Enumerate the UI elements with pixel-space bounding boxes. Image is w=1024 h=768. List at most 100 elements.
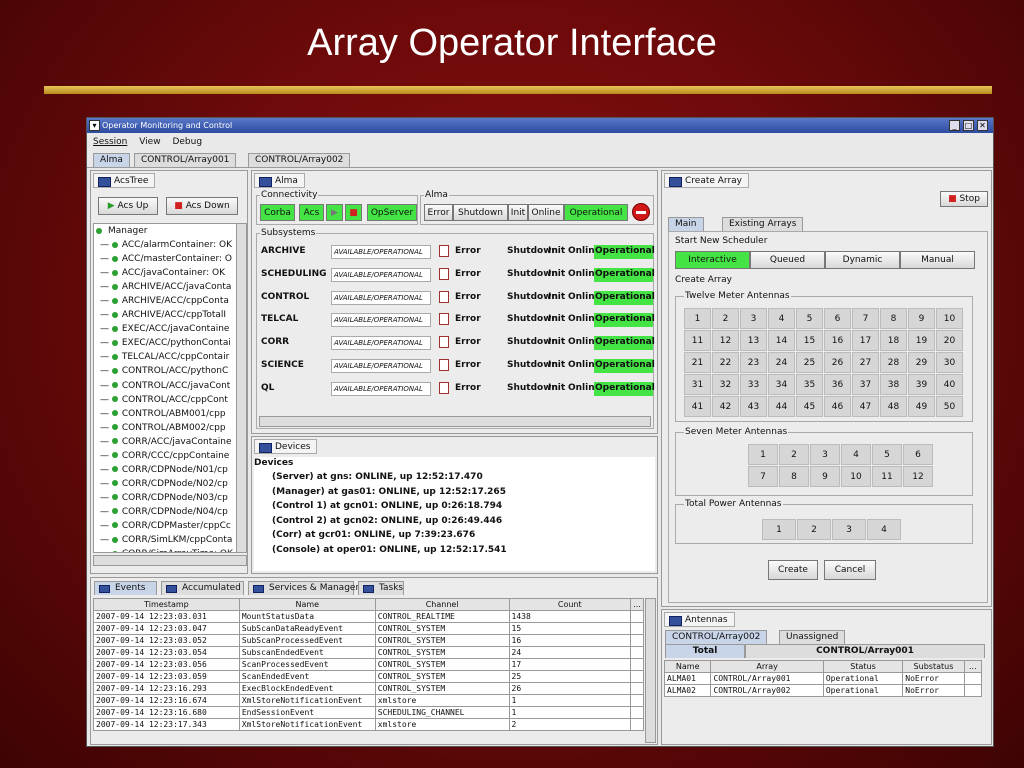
antenna-toggle[interactable]: 12 <box>903 466 933 487</box>
antenna-toggle[interactable]: 39 <box>908 374 935 395</box>
tab-unassigned[interactable]: Unassigned <box>779 630 846 644</box>
subsystem-state-online[interactable]: Online <box>567 268 601 282</box>
menu-debug[interactable]: Debug <box>172 137 202 147</box>
device-item[interactable]: (Control 2) at gcn02: ONLINE, up 0:26:49… <box>272 516 502 526</box>
menu-view[interactable]: View <box>139 137 160 147</box>
events-column-header[interactable]: ... <box>629 598 645 611</box>
antenna-toggle[interactable]: 13 <box>740 330 767 351</box>
subsystem-state-error[interactable]: Error <box>454 336 504 350</box>
subtab-array001[interactable]: CONTROL/Array001 <box>745 644 985 658</box>
subsystem-state-online[interactable]: Online <box>567 313 601 327</box>
antenna-toggle[interactable]: 45 <box>796 396 823 417</box>
state-shutdown[interactable]: Shutdown <box>453 204 508 221</box>
tree-item[interactable]: — ACC/javaContainer: OK <box>94 266 246 280</box>
scheduler-mode-interactive[interactable]: Interactive <box>675 251 750 269</box>
antenna-toggle[interactable]: 6 <box>903 444 933 465</box>
antenna-toggle[interactable]: 26 <box>824 352 851 373</box>
antenna-toggle[interactable]: 19 <box>908 330 935 351</box>
tree-item[interactable]: — CORR/CDPNode/N04/cp <box>94 505 246 519</box>
subsystem-checkbox[interactable] <box>439 381 449 394</box>
antenna-toggle[interactable]: 41 <box>684 396 711 417</box>
table-row[interactable]: 2007-09-14 12:23:03.052 SubScanProcessedE… <box>93 634 645 647</box>
antenna-toggle[interactable]: 9 <box>908 308 935 329</box>
antenna-toggle[interactable]: 27 <box>852 352 879 373</box>
tree-vscrollbar[interactable] <box>236 223 247 553</box>
subsystem-state-error[interactable]: Error <box>454 291 504 305</box>
subsystem-checkbox[interactable] <box>439 245 449 257</box>
subsystem-state-error[interactable]: Error <box>454 359 504 373</box>
antennas-column-header[interactable]: Status <box>822 660 904 673</box>
tree-root[interactable]: Manager <box>94 224 246 238</box>
tree-item[interactable]: — CONTROL/ACC/javaCont <box>94 379 246 393</box>
antenna-toggle[interactable]: 21 <box>684 352 711 373</box>
antennas-column-header[interactable]: Substatus <box>902 660 965 673</box>
subsystem-state-shutdown[interactable]: Shutdown <box>506 382 558 396</box>
events-column-header[interactable]: Channel <box>374 598 510 611</box>
events-column-header[interactable]: Name <box>238 598 376 611</box>
tree-item[interactable]: — ACC/masterContainer: O <box>94 252 246 266</box>
table-row[interactable]: 2007-09-14 12:23:17.343 XmlStoreNotificat… <box>93 718 645 731</box>
antenna-toggle[interactable]: 49 <box>908 396 935 417</box>
antenna-toggle[interactable]: 20 <box>936 330 963 351</box>
subsystem-state-operational[interactable]: Operational <box>594 245 655 259</box>
antenna-toggle[interactable]: 4 <box>841 444 871 465</box>
antenna-toggle[interactable]: 9 <box>810 466 840 487</box>
subsystems-hscrollbar[interactable] <box>259 416 651 427</box>
subsystem-state-operational[interactable]: Operational <box>594 381 655 396</box>
state-error[interactable]: Error <box>424 204 453 221</box>
subsystem-state-init[interactable]: Init <box>547 291 566 305</box>
antenna-toggle[interactable]: 4 <box>768 308 795 329</box>
tree-item[interactable]: — CORR/CDPNode/N02/cp <box>94 477 246 491</box>
table-row[interactable]: 2007-09-14 12:23:03.054 SubscanEndedEvent… <box>93 646 645 659</box>
antenna-toggle[interactable]: 12 <box>712 330 739 351</box>
antenna-toggle[interactable]: 8 <box>880 308 907 329</box>
state-online[interactable]: Online <box>528 204 564 221</box>
no-entry-icon[interactable] <box>632 203 650 221</box>
antenna-toggle[interactable]: 30 <box>936 352 963 373</box>
antenna-toggle[interactable]: 16 <box>824 330 851 351</box>
subsystem-state-init[interactable]: Init <box>547 245 566 259</box>
minimize-icon[interactable]: _ <box>949 120 960 131</box>
devices-tree[interactable]: Devices (Server) at gns: ONLINE, up 12:5… <box>254 457 655 571</box>
table-row[interactable]: ALMA02 CONTROL/Array002 Operational NoError <box>663 684 983 697</box>
antenna-toggle[interactable]: 48 <box>880 396 907 417</box>
tree-item[interactable]: — ARCHIVE/ACC/cppConta <box>94 294 246 308</box>
antenna-toggle[interactable]: 35 <box>796 374 823 395</box>
tree-item[interactable]: — CORR/SimLKM/cppConta <box>94 533 246 547</box>
subsystem-state-init[interactable]: Init <box>547 268 566 282</box>
acs-up-button[interactable]: ▶ Acs Up <box>98 197 158 215</box>
subsystem-state-error[interactable]: Error <box>454 382 504 396</box>
subsystem-state-shutdown[interactable]: Shutdown <box>506 291 558 305</box>
acs-tree[interactable]: Manager — ACC/alarmContainer: OK — ACC/ma… <box>93 223 247 553</box>
antenna-toggle[interactable]: 28 <box>880 352 907 373</box>
antenna-toggle[interactable]: 4 <box>867 519 901 540</box>
antenna-toggle[interactable]: 50 <box>936 396 963 417</box>
antenna-toggle[interactable]: 44 <box>768 396 795 417</box>
subsystem-state-online[interactable]: Online <box>567 291 601 305</box>
subsystem-state-online[interactable]: Online <box>567 336 601 350</box>
subsystem-checkbox[interactable] <box>439 336 449 349</box>
subsystem-state-shutdown[interactable]: Shutdown <box>506 336 558 350</box>
scheduler-mode-manual[interactable]: Manual <box>900 251 975 269</box>
tree-item[interactable]: — ARCHIVE/ACC/cppTotalI <box>94 308 246 322</box>
antenna-toggle[interactable]: 47 <box>852 396 879 417</box>
antenna-toggle[interactable]: 22 <box>712 352 739 373</box>
events-vscrollbar[interactable] <box>645 598 656 743</box>
state-init[interactable]: Init <box>508 204 528 221</box>
create-button[interactable]: Create <box>768 560 818 580</box>
antenna-toggle[interactable]: 5 <box>796 308 823 329</box>
antenna-toggle[interactable]: 10 <box>841 466 871 487</box>
antenna-toggle[interactable]: 23 <box>740 352 767 373</box>
tab-events-3[interactable]: Tasks <box>358 581 404 595</box>
tab-antennas-array002[interactable]: CONTROL/Array002 <box>665 630 768 644</box>
antenna-toggle[interactable]: 34 <box>768 374 795 395</box>
maximize-icon[interactable]: □ <box>963 120 974 131</box>
antenna-toggle[interactable]: 6 <box>824 308 851 329</box>
subsystem-state-shutdown[interactable]: Shutdown <box>506 268 558 282</box>
tree-item[interactable]: — ARCHIVE/ACC/javaConta <box>94 280 246 294</box>
antenna-toggle[interactable]: 14 <box>768 330 795 351</box>
subsystem-state-init[interactable]: Init <box>547 336 566 350</box>
antenna-toggle[interactable]: 43 <box>740 396 767 417</box>
table-row[interactable]: 2007-09-14 12:23:03.056 ScanProcessedEven… <box>93 658 645 671</box>
device-item[interactable]: (Manager) at gas01: ONLINE, up 12:52:17.… <box>272 487 506 497</box>
